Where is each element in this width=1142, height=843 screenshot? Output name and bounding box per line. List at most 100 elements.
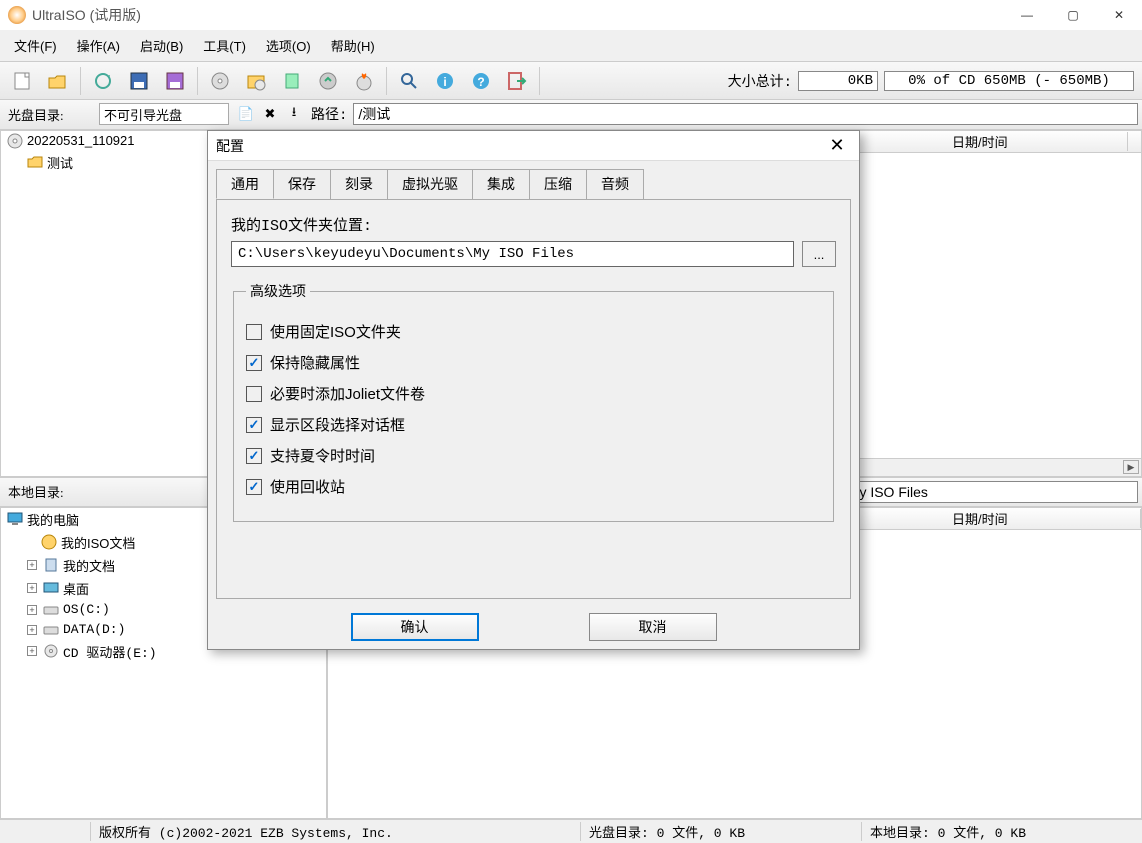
dialog-close-button[interactable]: ✕ xyxy=(823,135,851,156)
col-datetime[interactable]: 日期/时间 xyxy=(946,132,1128,151)
local-dir-label: 本地目录: xyxy=(4,482,99,501)
tree-label: CD 驱动器(E:) xyxy=(63,642,157,661)
folder-cd-icon[interactable] xyxy=(239,64,273,98)
minimize-button[interactable]: — xyxy=(1004,0,1050,30)
tree-label: 我的ISO文档 xyxy=(61,533,135,552)
tab-general[interactable]: 通用 xyxy=(216,169,274,199)
disc-icon xyxy=(7,133,23,149)
reload-icon[interactable] xyxy=(86,64,120,98)
path-box[interactable]: /测试 xyxy=(353,103,1138,125)
advanced-legend: 高级选项 xyxy=(246,281,310,301)
menubar: 文件(F) 操作(A) 启动(B) 工具(T) 选项(O) 帮助(H) xyxy=(0,30,1142,61)
col-datetime[interactable]: 日期/时间 xyxy=(946,509,1141,528)
drive-icon xyxy=(43,602,59,618)
close-button[interactable]: ✕ xyxy=(1096,0,1142,30)
checkbox-label: 必要时添加Joliet文件卷 xyxy=(270,383,425,404)
tree-label: 我的文档 xyxy=(63,556,115,575)
cancel-button[interactable]: 取消 xyxy=(589,613,717,641)
browse-button[interactable]: ... xyxy=(802,241,836,267)
compress-icon[interactable] xyxy=(275,64,309,98)
mount-icon[interactable] xyxy=(311,64,345,98)
checkbox-hidden-attr[interactable]: ✓ 保持隐藏属性 xyxy=(246,352,821,373)
dialog-titlebar: 配置 ✕ xyxy=(208,131,859,161)
new-icon[interactable] xyxy=(5,64,39,98)
size-total-value: 0KB xyxy=(798,71,878,91)
find-icon[interactable] xyxy=(392,64,426,98)
tree-label: 桌面 xyxy=(63,579,89,598)
checkbox-icon[interactable] xyxy=(246,324,262,340)
status-local: 本地目录: 0 文件, 0 KB xyxy=(861,822,1142,841)
menu-file[interactable]: 文件(F) xyxy=(6,34,65,57)
checkbox-segment-dialog[interactable]: ✓ 显示区段选择对话框 xyxy=(246,414,821,435)
tab-integration[interactable]: 集成 xyxy=(472,169,530,199)
local-path-box[interactable]: ts\My ISO Files xyxy=(828,481,1138,503)
checkbox-icon[interactable]: ✓ xyxy=(246,355,262,371)
tab-audio[interactable]: 音频 xyxy=(586,169,644,199)
checkbox-label: 显示区段选择对话框 xyxy=(270,414,405,435)
menu-action[interactable]: 操作(A) xyxy=(69,34,128,57)
checkbox-label: 使用固定ISO文件夹 xyxy=(270,321,401,342)
burn-icon[interactable] xyxy=(347,64,381,98)
checkbox-icon[interactable] xyxy=(246,386,262,402)
info-icon[interactable]: i xyxy=(428,64,462,98)
tree-child-label: 测试 xyxy=(47,153,73,172)
cdrom-icon xyxy=(43,643,59,659)
svg-text:i: i xyxy=(443,75,446,89)
drive-icon xyxy=(43,622,59,638)
exit-icon[interactable] xyxy=(500,64,534,98)
dialog-tabs: 通用 保存 刻录 虚拟光驱 集成 压缩 音频 xyxy=(216,169,851,199)
bootable-dropdown[interactable]: 不可引导光盘 xyxy=(99,103,229,125)
expand-icon[interactable]: + xyxy=(27,583,37,593)
checkbox-icon[interactable]: ✓ xyxy=(246,479,262,495)
scroll-right-icon[interactable]: ▶ xyxy=(1123,460,1139,474)
save-icon[interactable] xyxy=(122,64,156,98)
checkbox-joliet[interactable]: 必要时添加Joliet文件卷 xyxy=(246,383,821,404)
iso-folder-input[interactable] xyxy=(231,241,794,267)
saveas-icon[interactable] xyxy=(158,64,192,98)
iso-folder-icon xyxy=(41,534,57,550)
maximize-button[interactable]: ▢ xyxy=(1050,0,1096,30)
path-label: 路径: xyxy=(311,104,347,124)
checkbox-label: 支持夏令时时间 xyxy=(270,445,375,466)
tab-virtual-drive[interactable]: 虚拟光驱 xyxy=(387,169,473,199)
disc-dir-label: 光盘目录: xyxy=(4,105,99,124)
checkbox-label: 保持隐藏属性 xyxy=(270,352,360,373)
expand-icon[interactable]: + xyxy=(27,646,37,656)
config-dialog: 配置 ✕ 通用 保存 刻录 虚拟光驱 集成 压缩 音频 我的ISO文件夹位置: … xyxy=(207,130,860,650)
nav-icon[interactable]: 📄 xyxy=(235,103,257,125)
checkbox-recycle[interactable]: ✓ 使用回收站 xyxy=(246,476,821,497)
create-cd-icon[interactable] xyxy=(203,64,237,98)
tab-burn[interactable]: 刻录 xyxy=(330,169,388,199)
tab-compression[interactable]: 压缩 xyxy=(529,169,587,199)
iso-folder-label: 我的ISO文件夹位置: xyxy=(231,214,836,235)
nav-icon[interactable]: ✖ xyxy=(259,103,281,125)
nav-icon[interactable]: ⭳ xyxy=(283,103,305,125)
disc-mini-toolbar: 📄 ✖ ⭳ xyxy=(235,103,305,125)
dialog-body: 我的ISO文件夹位置: ... 高级选项 使用固定ISO文件夹 ✓ 保持隐藏属性… xyxy=(216,199,851,599)
menu-boot[interactable]: 启动(B) xyxy=(132,34,191,57)
checkbox-dst[interactable]: ✓ 支持夏令时时间 xyxy=(246,445,821,466)
help-icon[interactable]: ? xyxy=(464,64,498,98)
menu-options[interactable]: 选项(O) xyxy=(258,34,319,57)
expand-icon[interactable]: + xyxy=(27,625,37,635)
tree-label: 我的电脑 xyxy=(27,510,79,529)
open-icon[interactable] xyxy=(41,64,75,98)
status-disc: 光盘目录: 0 文件, 0 KB xyxy=(580,822,861,841)
ok-button[interactable]: 确认 xyxy=(351,613,479,641)
capacity-progress[interactable]: 0% of CD 650MB (- 650MB) xyxy=(884,71,1134,91)
checkbox-icon[interactable]: ✓ xyxy=(246,417,262,433)
window-title: UltraISO (试用版) xyxy=(32,5,1004,25)
expand-icon[interactable]: + xyxy=(27,560,37,570)
checkbox-label: 使用回收站 xyxy=(270,476,345,497)
tree-label: OS(C:) xyxy=(63,602,110,617)
documents-icon xyxy=(43,557,59,573)
tab-save[interactable]: 保存 xyxy=(273,169,331,199)
menu-help[interactable]: 帮助(H) xyxy=(323,34,383,57)
statusbar: 版权所有 (c)2002-2021 EZB Systems, Inc. 光盘目录… xyxy=(0,819,1142,843)
checkbox-icon[interactable]: ✓ xyxy=(246,448,262,464)
svg-text:?: ? xyxy=(477,75,484,89)
checkbox-fixed-iso[interactable]: 使用固定ISO文件夹 xyxy=(246,321,821,342)
menu-tools[interactable]: 工具(T) xyxy=(195,34,254,57)
expand-icon[interactable]: + xyxy=(27,605,37,615)
dialog-title-text: 配置 xyxy=(216,136,244,156)
